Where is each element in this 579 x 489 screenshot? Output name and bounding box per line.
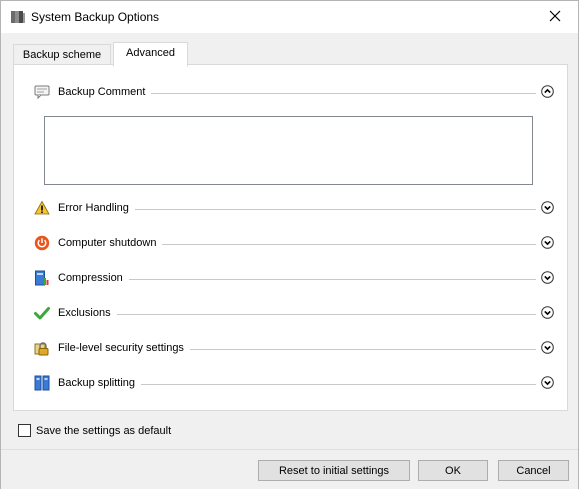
section-backup-comment: Backup Comment: [34, 84, 554, 102]
collapse-section-button[interactable]: [541, 85, 554, 98]
close-button[interactable]: [532, 1, 578, 33]
dialog-footer: Reset to initial settings OK Cancel: [1, 449, 578, 489]
section-divider: [58, 279, 536, 280]
section-label: File-level security settings: [58, 342, 190, 354]
chevron-down-icon: [541, 341, 554, 354]
chevron-up-icon: [541, 85, 554, 98]
app-icon: [10, 10, 26, 24]
lock-icon: [34, 340, 50, 356]
cancel-button[interactable]: Cancel: [498, 460, 569, 481]
expand-section-button[interactable]: [541, 376, 554, 389]
chevron-down-icon: [541, 201, 554, 214]
title-bar: System Backup Options: [1, 1, 578, 33]
section-exclusions[interactable]: Exclusions: [34, 305, 554, 323]
section-divider: [58, 314, 536, 315]
expand-section-button[interactable]: [541, 341, 554, 354]
reset-settings-button[interactable]: Reset to initial settings: [258, 460, 410, 481]
window-title: System Backup Options: [31, 10, 160, 24]
warning-icon: [34, 200, 50, 216]
dialog-window: System Backup Options Backup scheme Adva…: [0, 0, 579, 489]
section-label: Exclusions: [58, 307, 117, 319]
section-backup-splitting[interactable]: Backup splitting: [34, 375, 554, 393]
advanced-panel: Backup Comment Error Handling Computer s…: [13, 64, 568, 411]
comment-icon: [34, 84, 50, 100]
chevron-down-icon: [541, 306, 554, 319]
compression-icon: [34, 270, 50, 286]
save-default-checkbox[interactable]: [18, 424, 31, 437]
section-label: Backup splitting: [58, 377, 142, 389]
expand-section-button[interactable]: [541, 306, 554, 319]
section-computer-shutdown[interactable]: Computer shutdown: [34, 235, 554, 253]
expand-section-button[interactable]: [541, 271, 554, 284]
section-label: Computer shutdown: [58, 237, 163, 249]
ok-button[interactable]: OK: [418, 460, 488, 481]
chevron-down-icon: [541, 376, 554, 389]
tab-backup-scheme[interactable]: Backup scheme: [13, 44, 111, 65]
save-default-label[interactable]: Save the settings as default: [36, 425, 171, 437]
section-error-handling[interactable]: Error Handling: [34, 200, 554, 218]
backup-comment-input[interactable]: [44, 116, 533, 185]
split-icon: [34, 375, 50, 391]
section-file-level-security[interactable]: File-level security settings: [34, 340, 554, 358]
section-label: Compression: [58, 272, 129, 284]
tab-advanced[interactable]: Advanced: [113, 42, 188, 67]
checkmark-icon: [34, 305, 50, 321]
close-icon: [549, 10, 561, 25]
expand-section-button[interactable]: [541, 201, 554, 214]
power-icon: [34, 235, 50, 251]
section-label: Error Handling: [58, 202, 135, 214]
section-compression[interactable]: Compression: [34, 270, 554, 288]
section-label: Backup Comment: [58, 86, 152, 98]
expand-section-button[interactable]: [541, 236, 554, 249]
chevron-down-icon: [541, 236, 554, 249]
chevron-down-icon: [541, 271, 554, 284]
